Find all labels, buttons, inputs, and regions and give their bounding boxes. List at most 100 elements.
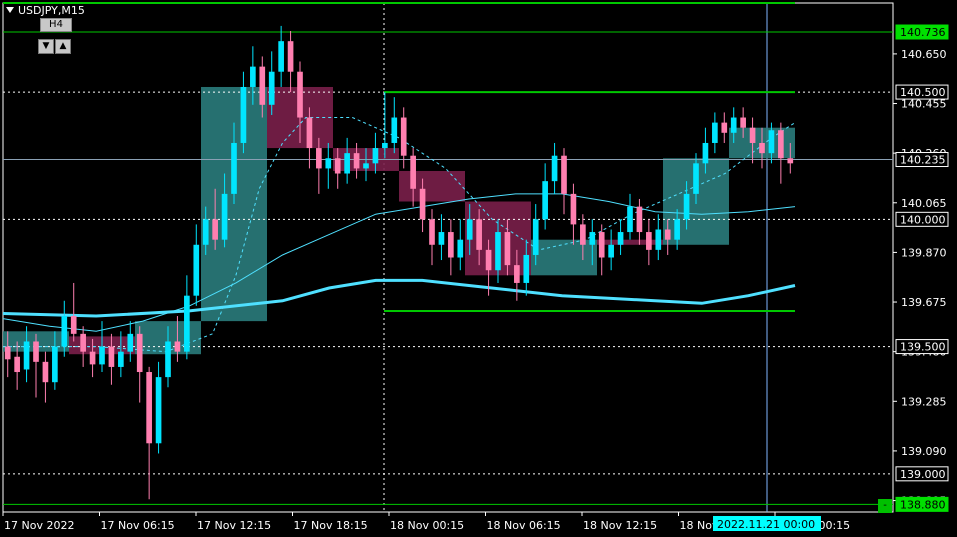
candle-body (400, 117, 407, 156)
price-tag: 139.500 (895, 339, 949, 355)
candle-body (627, 206, 633, 233)
time-tick-label: 17 Nov 12:15 (197, 519, 271, 532)
candles (4, 25, 794, 500)
price-tick-label: 140.065 (901, 197, 947, 210)
candle-body (23, 341, 30, 370)
collapse-button[interactable]: - (878, 499, 892, 513)
candle-body (184, 295, 190, 352)
price-tag: 140.000 (895, 211, 949, 227)
candle-body (268, 71, 275, 105)
time-tick-label: 18 Nov 12:15 (583, 519, 657, 532)
candle-body (212, 219, 218, 240)
price-tag-label: 140.000 (900, 213, 946, 226)
candle-body (683, 193, 690, 220)
candle-body (664, 229, 671, 240)
price-tick-label: 139.285 (901, 395, 947, 408)
candle-body (174, 341, 181, 352)
candle-body (551, 155, 558, 182)
candle-body (165, 341, 171, 378)
candle-body (740, 117, 746, 128)
candle-body (693, 163, 699, 194)
candle-body (306, 117, 313, 149)
price-chart[interactable]: 140.650140.455140.260140.065139.870139.6… (0, 0, 957, 537)
candle-body (598, 232, 605, 258)
cursor-time-label: 2022.11.21 00:00 (717, 518, 815, 531)
candle-body (70, 316, 77, 334)
candle-body (646, 232, 652, 250)
candle-body (287, 41, 294, 72)
price-tag-label: 140.736 (900, 26, 946, 39)
candle-body (655, 229, 662, 250)
htf-box (399, 170, 465, 202)
candle-body (202, 219, 209, 245)
candle-body (278, 41, 284, 72)
candle-body (485, 249, 492, 271)
htf-box (531, 239, 597, 276)
candle-body (136, 333, 143, 373)
time-tick-label: 17 Nov 2022 (4, 519, 74, 532)
candle-body (363, 163, 369, 169)
candle-body (542, 181, 548, 220)
price-tick-label: 139.675 (901, 296, 947, 309)
time-tick-label: 18 Nov 06:15 (487, 519, 561, 532)
htf-box (597, 239, 663, 245)
candle-body (14, 356, 20, 373)
candle-body (438, 232, 445, 245)
candle-body (768, 130, 775, 154)
candle-body (504, 232, 511, 266)
candle-body (787, 158, 794, 164)
price-tag: 140.736 (895, 24, 949, 40)
candle-body (297, 71, 303, 118)
candle-body (712, 122, 718, 143)
candle-body (457, 239, 464, 258)
candle-body (580, 224, 586, 245)
time-tick-label: 17 Nov 18:15 (294, 519, 368, 532)
time-tick-label: 18 Nov 00:15 (390, 519, 464, 532)
cursor-time-tag: 2022.11.21 00:00 (713, 516, 821, 531)
candle-body (730, 117, 737, 133)
chart-title: USDJPY,M15 (6, 4, 85, 17)
price-tag: 139.000 (895, 466, 949, 482)
timeframe-down-icon[interactable]: ▼ (38, 39, 54, 54)
candle-body (108, 346, 115, 367)
price-tick-label: 139.870 (901, 246, 947, 259)
candle-body (334, 158, 341, 174)
price-tick-label: 140.650 (901, 48, 947, 61)
candle-body (759, 142, 765, 154)
candle-body (749, 127, 756, 143)
candle-body (61, 316, 68, 347)
candle-body (52, 346, 58, 383)
candle-body (608, 244, 614, 258)
candle-body (495, 232, 501, 271)
price-tag: 140.500 (895, 84, 949, 100)
plot-border (2, 2, 894, 513)
candle-body (617, 232, 624, 245)
candle-body (316, 148, 322, 169)
candle-body (353, 153, 360, 169)
candle-body (532, 219, 539, 255)
candle-body (448, 232, 454, 258)
candle-body (391, 117, 398, 143)
candle-body (146, 372, 152, 444)
candle-body (570, 193, 577, 225)
candle-body (429, 219, 435, 245)
candle-body (155, 377, 162, 444)
candle-body (636, 206, 643, 233)
candle-body (259, 66, 266, 105)
candle-body (382, 142, 388, 149)
candle-body (514, 265, 520, 283)
candle-body (33, 341, 39, 362)
timeframe-up-icon[interactable]: ▲ (55, 39, 71, 54)
candle-body (561, 155, 567, 194)
candle-body (4, 346, 11, 360)
candle-body (221, 193, 228, 240)
price-tag-label: 140.235 (900, 154, 946, 167)
htf-timeframe-box[interactable]: H4 (40, 18, 72, 32)
candle-body (674, 219, 680, 240)
time-tick-label: 17 Nov 06:15 (101, 519, 175, 532)
chart-menu-triangle-icon[interactable] (6, 7, 14, 13)
price-tag: 138.880 (895, 496, 949, 512)
candle-body (410, 155, 416, 189)
price-tick-label: 139.090 (901, 445, 947, 458)
candle-body (721, 122, 728, 133)
